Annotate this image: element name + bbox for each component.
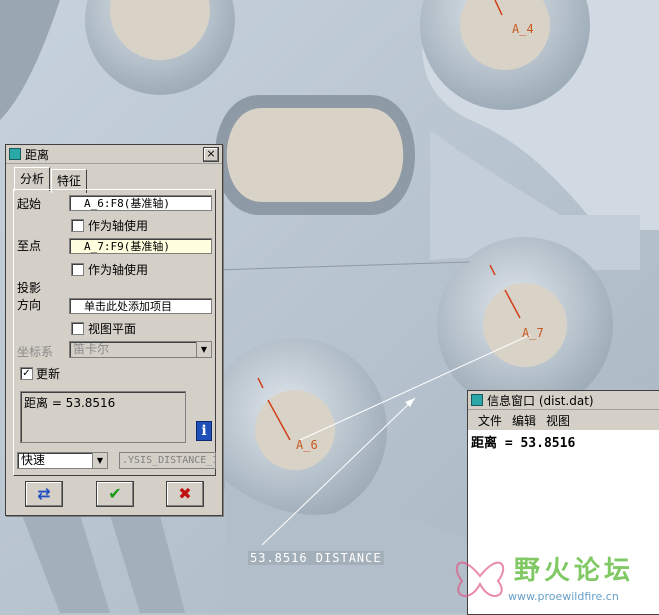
dialog-title: 距离: [25, 147, 50, 162]
chevron-down-icon: ▼: [92, 453, 107, 468]
axis-label-a4: A_4: [512, 22, 534, 36]
dialog-app-icon: [9, 148, 21, 160]
coord-system-select: 笛卡尔 ▼: [69, 341, 212, 358]
result-text: 距离 = 53.8516: [24, 396, 116, 410]
butterfly-logo-icon: [455, 561, 505, 597]
update-checkbox[interactable]: ✓: [20, 367, 33, 380]
to-field[interactable]: A_7:F9(基准轴): [69, 238, 212, 254]
info-window-content: 距离 = 53.8516: [471, 436, 576, 451]
menu-file[interactable]: 文件: [478, 412, 502, 429]
watermark-text: 野火论坛: [514, 556, 635, 586]
to-label: 至点: [17, 239, 42, 253]
info-window-app-icon: [471, 394, 483, 406]
result-box: 距离 = 53.8516: [20, 391, 186, 443]
distance-readout: 53.8516 DISTANCE: [248, 551, 384, 565]
menu-edit[interactable]: 编辑: [512, 412, 536, 429]
projection-label-1: 投影: [17, 281, 42, 295]
to-use-axis-checkbox[interactable]: [71, 263, 84, 276]
distance-dialog: 距离 × 分析 特征 起始 A_6:F8(基准轴) 作为轴使用 至点 A_7:F…: [5, 144, 223, 516]
view-plane-label: 视图平面: [88, 322, 137, 336]
axis-label-a7: A_7: [522, 326, 544, 340]
chevron-down-icon: ▼: [196, 342, 211, 357]
info-window-title: 信息窗口 (dist.dat): [487, 393, 594, 408]
analysis-name-field[interactable]: .YSIS_DISTANCE_1: [119, 452, 216, 469]
projection-label-2: 方向: [17, 298, 42, 312]
from-use-axis-label: 作为轴使用: [88, 219, 149, 233]
ok-button[interactable]: ✔: [96, 481, 134, 507]
menu-view[interactable]: 视图: [546, 412, 570, 429]
coord-system-value: 笛卡尔: [73, 342, 110, 356]
info-window-titlebar[interactable]: 信息窗口 (dist.dat): [468, 391, 659, 410]
coord-system-label: 坐标系: [17, 345, 54, 359]
mode-select[interactable]: 快速 ▼: [17, 452, 108, 469]
from-field[interactable]: A_6:F8(基准轴): [69, 195, 212, 211]
view-plane-checkbox[interactable]: [71, 322, 84, 335]
axis-label-a6: A_6: [296, 438, 318, 452]
from-label: 起始: [17, 197, 42, 211]
dialog-close-button[interactable]: ×: [203, 146, 219, 162]
dialog-titlebar[interactable]: 距离 ×: [6, 145, 222, 164]
update-label: 更新: [36, 367, 61, 381]
watermark: 野火论坛 www.proewildfire.cn: [448, 542, 659, 613]
info-icon[interactable]: i: [196, 421, 212, 441]
info-window-menubar: 文件 编辑 视图: [468, 410, 659, 430]
projection-field[interactable]: 单击此处添加项目: [69, 298, 212, 314]
to-use-axis-label: 作为轴使用: [88, 263, 149, 277]
mode-value: 快速: [21, 453, 46, 467]
tab-analysis[interactable]: 分析: [14, 167, 51, 191]
from-use-axis-checkbox[interactable]: [71, 219, 84, 232]
cancel-button[interactable]: ✖: [166, 481, 204, 507]
watermark-url: www.proewildfire.cn: [508, 590, 619, 603]
repeat-button[interactable]: ⇄: [25, 481, 63, 507]
